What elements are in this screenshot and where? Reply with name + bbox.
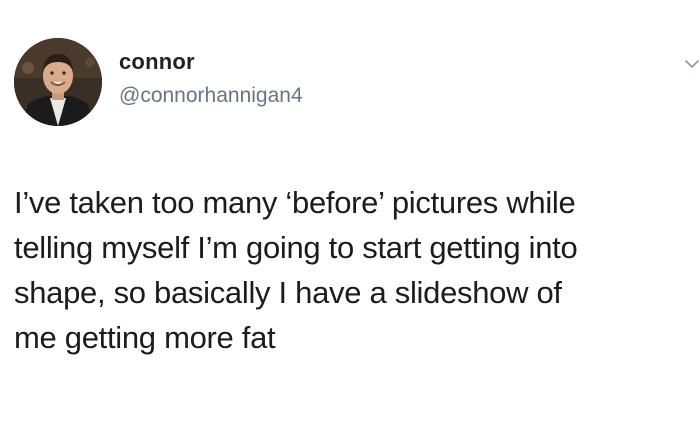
tweet-card: connor @connorhannigan4 I’ve taken too m…	[0, 0, 700, 447]
tweet-text-line: I’ve taken too many ‘before’ pictures wh…	[14, 185, 576, 220]
display-name[interactable]: connor	[119, 49, 195, 75]
tweet-text-line: telling myself I’m going to start gettin…	[14, 230, 578, 265]
tweet-text-line: shape, so basically I have a slideshow o…	[14, 275, 562, 310]
chevron-down-icon[interactable]	[684, 58, 700, 70]
tweet-text: I’ve taken too many ‘before’ pictures wh…	[14, 180, 694, 360]
tweet-text-line: me getting more fat	[14, 320, 276, 355]
user-handle[interactable]: @connorhannigan4	[119, 83, 303, 109]
avatar-image	[14, 38, 102, 126]
avatar[interactable]	[14, 38, 102, 126]
